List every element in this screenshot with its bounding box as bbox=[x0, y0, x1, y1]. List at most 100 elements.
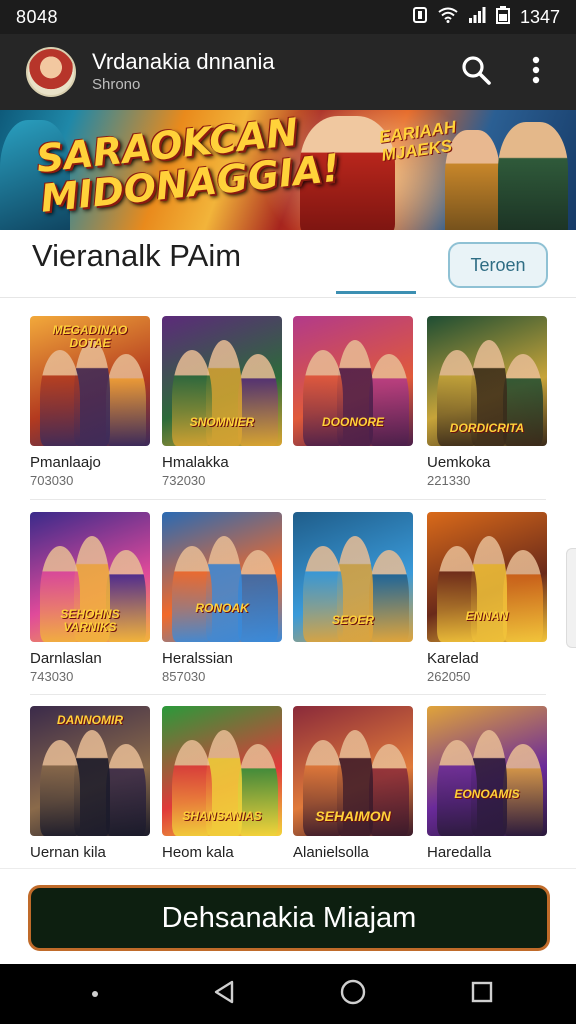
game-count: 743030 bbox=[30, 669, 74, 684]
section-header: Vieranalk PAim Teroen bbox=[0, 230, 576, 298]
game-art-title: SEOER bbox=[331, 613, 374, 627]
game-art-title: EONOAMIS bbox=[454, 787, 520, 801]
game-tile[interactable]: SHANSANIAS Heom kala bbox=[162, 706, 282, 862]
thumbnail-character bbox=[40, 350, 80, 446]
game-thumbnail[interactable]: RONOAK bbox=[162, 512, 282, 642]
signal-icon bbox=[468, 6, 486, 28]
app-titles: Vrdanakia dnnania Shrono bbox=[92, 49, 438, 95]
game-thumbnail[interactable]: ENNAN bbox=[427, 512, 547, 642]
back-button[interactable] bbox=[200, 970, 248, 1018]
search-button[interactable] bbox=[454, 50, 498, 94]
thumbnail-character bbox=[303, 350, 343, 446]
game-name: Uemkoka bbox=[427, 454, 491, 471]
banner-hero-right-2 bbox=[498, 122, 568, 230]
section-filter-button[interactable]: Teroen bbox=[448, 242, 548, 288]
thumbnail-character bbox=[369, 354, 409, 446]
banner-headline: SARAOKCAN MIDONAGGIA! bbox=[34, 110, 342, 221]
game-tile[interactable]: SEHAIMON Alanielsolla bbox=[293, 706, 413, 862]
tab-indicator bbox=[336, 291, 416, 294]
game-tile[interactable]: SEOER bbox=[293, 512, 413, 650]
thumbnail-character bbox=[106, 744, 146, 836]
game-name: Heom kala bbox=[162, 844, 234, 861]
game-thumbnail[interactable]: SHANSANIAS bbox=[162, 706, 282, 836]
game-thumbnail[interactable]: EONOAMIS bbox=[427, 706, 547, 836]
game-tile[interactable]: DANNOMIR Uernan kila bbox=[30, 706, 150, 862]
game-thumbnail[interactable]: SEHOHNS VARNIKS bbox=[30, 512, 150, 642]
app-title: Vrdanakia dnnania bbox=[92, 49, 275, 74]
game-art-title: SHANSANIAS bbox=[182, 809, 262, 823]
games-row: DANNOMIR Uernan kila SHANSANIAS Heom kal… bbox=[0, 706, 576, 868]
game-count: 857030 bbox=[162, 669, 206, 684]
game-tile[interactable]: RONOAK Heralssian 857030 bbox=[162, 512, 282, 686]
game-art-title: SEHOHNS VARNIKS bbox=[60, 607, 120, 634]
game-tile[interactable]: SNOMNIER Hmalakka 732030 bbox=[162, 316, 282, 490]
game-tile[interactable]: EONOAMIS Haredalla bbox=[427, 706, 547, 862]
more-vert-icon bbox=[532, 56, 540, 89]
thumbnail-character bbox=[303, 546, 343, 642]
game-tile[interactable]: ENNAN Karelad 262050 bbox=[427, 512, 547, 686]
game-name: Pmanlaajo bbox=[30, 454, 101, 471]
game-name: Heralssian bbox=[162, 650, 233, 667]
scroll-handle[interactable] bbox=[566, 548, 576, 648]
row-divider bbox=[30, 499, 546, 500]
game-art-title: SEHAIMON bbox=[315, 808, 391, 824]
game-tile[interactable]: DOONORE bbox=[293, 316, 413, 454]
thumbnail-character bbox=[172, 546, 212, 642]
wifi-icon bbox=[438, 7, 458, 28]
games-grid: MEGADINAO DOTAE Pmanlaajo 703030 SNOMNIE… bbox=[0, 298, 576, 868]
game-name: Uernan kila bbox=[30, 844, 106, 861]
game-count: 221330 bbox=[427, 473, 471, 488]
home-icon bbox=[339, 978, 367, 1011]
game-thumbnail[interactable]: DORDICRITA bbox=[427, 316, 547, 446]
more-options-button[interactable] bbox=[514, 50, 558, 94]
game-thumbnail[interactable]: MEGADINAO DOTAE bbox=[30, 316, 150, 446]
status-bar: 8048 1347 bbox=[0, 0, 576, 34]
game-art-title: DORDICRITA bbox=[449, 421, 525, 435]
home-button[interactable] bbox=[329, 970, 377, 1018]
game-art-title: ENNAN bbox=[465, 609, 509, 623]
games-row: SEHOHNS VARNIKS Darnlaslan 743030 RONOAK… bbox=[0, 512, 576, 708]
notification-icon bbox=[412, 6, 428, 29]
game-name: Hmalakka bbox=[162, 454, 229, 471]
section-title: Vieranalk PAim bbox=[32, 238, 242, 273]
row-divider bbox=[30, 694, 546, 695]
thumbnail-character bbox=[40, 740, 80, 836]
menu-dot-button[interactable] bbox=[71, 970, 119, 1018]
bottom-action-area: Dehsanakia Miajam bbox=[0, 868, 576, 964]
recents-button[interactable] bbox=[458, 970, 506, 1018]
game-art-title: DANNOMIR bbox=[57, 713, 123, 727]
game-art-title: SNOMNIER bbox=[189, 415, 255, 429]
game-thumbnail[interactable]: DOONORE bbox=[293, 316, 413, 446]
app-subtitle: Shrono bbox=[92, 76, 141, 93]
thumbnail-character bbox=[503, 550, 543, 642]
game-tile[interactable]: MEGADINAO DOTAE Pmanlaajo 703030 bbox=[30, 316, 150, 490]
primary-cta-button[interactable]: Dehsanakia Miajam bbox=[28, 885, 550, 951]
game-thumbnail[interactable]: DANNOMIR bbox=[30, 706, 150, 836]
game-name: Karelad bbox=[427, 650, 479, 667]
promo-banner[interactable]: SARAOKCAN MIDONAGGIA! EARIAAH MJAEKS bbox=[0, 110, 576, 230]
status-time: 8048 bbox=[16, 6, 59, 27]
game-art-title: RONOAK bbox=[195, 601, 249, 615]
game-thumbnail[interactable]: SNOMNIER bbox=[162, 316, 282, 446]
status-icons: 1347 bbox=[412, 5, 560, 29]
game-name: Haredalla bbox=[427, 844, 492, 861]
game-thumbnail[interactable]: SEHAIMON bbox=[293, 706, 413, 836]
avatar[interactable] bbox=[26, 47, 76, 97]
recents-icon bbox=[470, 980, 494, 1009]
battery-icon bbox=[495, 5, 510, 29]
game-name: Alanielsolla bbox=[293, 844, 369, 861]
game-thumbnail[interactable]: SEOER bbox=[293, 512, 413, 642]
game-count: 703030 bbox=[30, 473, 74, 488]
thumbnail-character bbox=[172, 350, 212, 446]
app-bar: Vrdanakia dnnania Shrono bbox=[0, 34, 576, 110]
game-tile[interactable]: SEHOHNS VARNIKS Darnlaslan 743030 bbox=[30, 512, 150, 686]
thumbnail-character bbox=[238, 354, 278, 446]
back-icon bbox=[211, 979, 237, 1010]
system-nav-bar bbox=[0, 964, 576, 1024]
thumbnail-character bbox=[106, 354, 146, 446]
game-tile[interactable]: DORDICRITA Uemkoka 221330 bbox=[427, 316, 547, 490]
game-art-title: DOONORE bbox=[321, 415, 384, 429]
search-icon bbox=[461, 55, 491, 90]
game-name: Darnlaslan bbox=[30, 650, 102, 667]
game-count: 262050 bbox=[427, 669, 471, 684]
